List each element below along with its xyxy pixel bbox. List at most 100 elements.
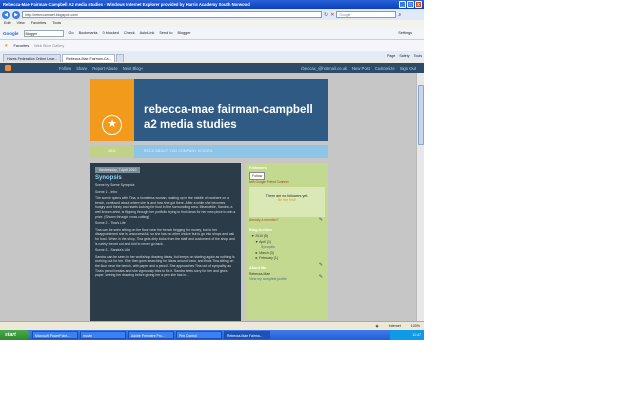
scrollbar-thumb[interactable]	[418, 85, 424, 145]
popup-blocked-button[interactable]: 0 blocked	[103, 31, 119, 35]
forward-arrow-icon[interactable]: ▶	[12, 10, 20, 19]
bookmarks-button[interactable]: Bookmarks	[79, 31, 98, 35]
window-title: Rebecca-Mae Fairman-Campbell A2 media st…	[3, 2, 250, 7]
edit-wrench-icon[interactable]: ✎	[319, 274, 323, 280]
customize-link[interactable]: Customize	[375, 66, 395, 71]
star-icon: ★	[102, 115, 122, 135]
zoom-level[interactable]: 100%	[411, 324, 420, 328]
post-date: Wednesday, 7 April 2010	[95, 167, 141, 173]
blog-title[interactable]: rebecca-mae fairman-campbell a2 media st…	[144, 103, 324, 133]
new-tab-button[interactable]	[116, 54, 125, 62]
status-bar: ◉ Internet 100%	[0, 321, 424, 329]
command-bar: Page Safety Tools	[387, 52, 422, 60]
check-button[interactable]: Check	[124, 31, 135, 35]
archive-widget: Blog Archive ▼ 2010 (5) ▼ April (1) Syno…	[249, 228, 325, 268]
system-tray-clock: 11:47	[390, 330, 424, 340]
post-paragraph: Tina can be seen sitting on the floor ne…	[95, 227, 235, 246]
web-slice-gallery-link[interactable]: Web Slice Gallery	[34, 44, 64, 48]
screen: Rebecca-Mae Fairman-Campbell A2 media st…	[0, 0, 424, 340]
minimize-button[interactable]: _	[399, 1, 406, 8]
window-controls: _ □ x	[399, 1, 422, 8]
autolink-button[interactable]: AutoLink	[140, 31, 155, 35]
menu-item-view[interactable]: View	[17, 20, 25, 27]
close-button[interactable]: x	[415, 1, 422, 8]
post-paragraph: Scene 1 - Intro	[95, 189, 118, 194]
page-menu[interactable]: Page	[387, 52, 395, 60]
already-member-link[interactable]: Already a member?	[249, 218, 279, 222]
send-to-button[interactable]: Send to	[159, 31, 172, 35]
sign-out-link[interactable]: Sign Out	[400, 66, 416, 71]
blogger-nav-right: rbeccax_@hotmail.co.uk New Post Customiz…	[301, 66, 424, 71]
settings-button[interactable]: Settings	[398, 31, 412, 35]
followers-title: Followers	[249, 166, 267, 170]
favorites-button[interactable]: Favorites	[13, 44, 29, 48]
favorites-bar: ★ Favorites Web Slice Gallery	[0, 40, 424, 51]
safety-menu[interactable]: Safety	[399, 52, 409, 60]
search-icon[interactable]: ⌕	[398, 12, 401, 18]
sidebar: Followers Follow with Google Friend Conn…	[246, 163, 328, 320]
taskbar: start Microsoft PowerPoint... movie Adob…	[0, 330, 424, 340]
post-title[interactable]: Synopsis	[95, 175, 236, 181]
menu-item-favorites[interactable]: Favorites	[31, 20, 47, 27]
favorites-star-icon[interactable]: ★	[4, 43, 8, 49]
blogger-logo-icon[interactable]	[5, 65, 11, 71]
follow-link[interactable]: Follow	[59, 66, 71, 71]
vertical-scrollbar[interactable]	[416, 73, 424, 328]
security-zone: Internet	[388, 323, 401, 328]
zone-globe-icon: ◉	[375, 323, 379, 328]
back-arrow-icon[interactable]: ◀	[2, 10, 10, 19]
address-bar: ◀ ▶ http://rebeccamaef.blogspot.com/ ↻ ✕…	[0, 9, 424, 20]
new-post-link[interactable]: New Post	[352, 66, 370, 71]
be-first-link[interactable]: Be the first!	[249, 198, 325, 202]
taskbar-item-movie[interactable]: movie	[80, 331, 126, 339]
tab-bar: Harris Federation Online Lear... Rebecca…	[0, 51, 424, 62]
description-date-box: 2011	[90, 145, 134, 158]
menu-item-tools[interactable]: Tools	[52, 20, 61, 27]
edit-wrench-icon[interactable]: ✎	[319, 217, 323, 223]
maximize-button[interactable]: □	[407, 1, 414, 8]
archive-list: ▼ 2010 (5) ▼ April (1) Synopsis ► March …	[249, 234, 325, 262]
post-paragraph: The scene opens with Tina, a homeless wo…	[95, 196, 236, 219]
google-search-input[interactable]: Blogger	[23, 29, 64, 37]
blog-description: RECO ABOUT YOU COMPANY SCHOOL	[144, 149, 214, 153]
followers-box: There are no followers yet. Be the first…	[249, 187, 325, 217]
window-titlebar: Rebecca-Mae Fairman-Campbell A2 media st…	[0, 0, 424, 9]
google-logo: Google	[3, 30, 19, 36]
blog-logo: ★	[90, 79, 134, 141]
post-paragraph: Scene 2 - Tina's Life	[95, 221, 126, 226]
profile-link[interactable]: View my complete profile	[249, 277, 325, 282]
follow-subtext: with Google Friend Connect	[249, 180, 289, 184]
taskbar-item-premiere[interactable]: Adobe Premiere Pro...	[128, 331, 174, 339]
url-input[interactable]: http://rebeccamaef.blogspot.com/	[22, 11, 322, 18]
post-paragraph: Scene 3 - Sandra's Life	[95, 248, 131, 253]
report-abuse-link[interactable]: Report Abuse	[92, 66, 117, 71]
archive-title: Blog Archive	[249, 228, 273, 232]
taskbar-item-powerpoint[interactable]: Microsoft PowerPoint...	[32, 331, 78, 339]
search-input[interactable]: Google	[336, 11, 397, 18]
blogger-button[interactable]: Blogger	[177, 31, 190, 35]
post-paragraph: Sandra can be seen in her workshop drawi…	[95, 254, 235, 278]
status-right: ◉ Internet 100%	[375, 324, 424, 328]
blogger-navbar: Follow Share Report Abuse Next Blog» rbe…	[0, 63, 424, 73]
about-widget: About Me Rebecca-Mae View my complete pr…	[249, 266, 325, 282]
taskbar-item-pen-control[interactable]: Pen Control	[176, 331, 222, 339]
taskbar-item-browser[interactable]: Rebecca-Mae Fairma...	[224, 331, 270, 339]
about-title: About Me	[249, 265, 267, 270]
tab-harris-federation[interactable]: Harris Federation Online Lear...	[3, 54, 62, 62]
blog-post: Wednesday, 7 April 2010 Synopsis Scene b…	[90, 163, 241, 328]
post-paragraph: Scene by Scene Synopsis	[95, 183, 135, 187]
refresh-icon[interactable]: ↻	[324, 12, 328, 18]
share-link[interactable]: Share	[76, 66, 87, 71]
google-go-button[interactable]: Go	[69, 31, 74, 35]
follow-button[interactable]: Follow	[249, 172, 266, 180]
tab-rebecca-blog[interactable]: Rebecca-Mae Fairman-Ca...	[62, 54, 116, 62]
start-button[interactable]: start	[0, 330, 30, 340]
next-blog-link[interactable]: Next Blog»	[123, 66, 143, 71]
tools-menu[interactable]: Tools	[414, 52, 422, 60]
stop-icon[interactable]: ✕	[330, 12, 334, 18]
google-toolbar: Google Blogger Go Bookmarks 0 blocked Ch…	[0, 27, 424, 40]
user-email: rbeccax_@hotmail.co.uk	[301, 65, 347, 71]
followers-widget: Followers Follow with Google Friend Conn…	[249, 166, 325, 223]
archive-month[interactable]: ► February (1)	[251, 256, 325, 262]
menu-item-edit[interactable]: Edit	[4, 20, 11, 27]
